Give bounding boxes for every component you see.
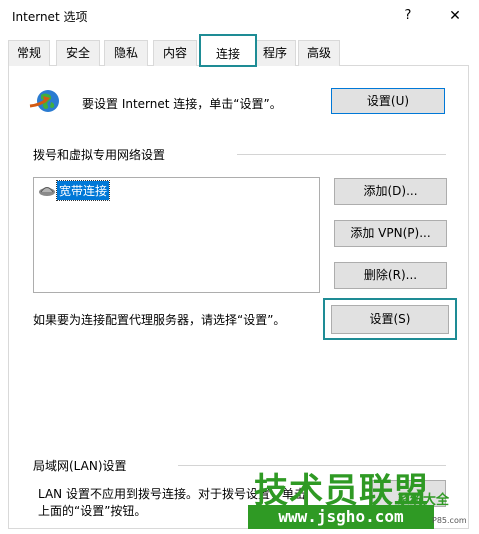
connection-item[interactable]: 宽带连接: [55, 180, 111, 201]
close-button[interactable]: ✕: [444, 5, 466, 27]
tab-advanced[interactable]: 高级: [298, 40, 340, 66]
tab-privacy[interactable]: 隐私: [104, 40, 148, 66]
add-connection-button[interactable]: 添加(D)...: [334, 178, 447, 205]
tab-security[interactable]: 安全: [56, 40, 100, 66]
connections-list[interactable]: 宽带连接: [33, 177, 320, 293]
watermark-tag: 系统大全: [397, 493, 450, 508]
help-button[interactable]: ?: [397, 5, 419, 27]
watermark-small: P85.com: [432, 516, 467, 525]
title-bar: Internet 选项 ? ✕: [0, 0, 479, 32]
setup-instruction: 要设置 Internet 连接，单击“设置”。: [82, 97, 282, 111]
window-title: Internet 选项: [12, 10, 88, 24]
group-divider: [237, 154, 446, 155]
connection-icon: [39, 187, 55, 196]
tab-content[interactable]: 内容: [153, 40, 197, 66]
globe-icon: [29, 90, 59, 112]
tab-programs[interactable]: 程序: [254, 40, 296, 66]
lan-group-label: 局域网(LAN)设置: [33, 459, 127, 473]
proxy-instruction: 如果要为连接配置代理服务器，请选择“设置”。: [33, 313, 286, 327]
dialup-group-label: 拨号和虚拟专用网络设置: [33, 148, 166, 162]
tab-general[interactable]: 常规: [8, 40, 50, 66]
watermark-url: www.jsgho.com: [248, 505, 434, 529]
setup-button[interactable]: 设置(U): [331, 88, 445, 114]
add-vpn-button[interactable]: 添加 VPN(P)...: [334, 220, 447, 247]
proxy-settings-button[interactable]: 设置(S): [331, 305, 449, 334]
tab-connections[interactable]: 连接: [199, 34, 257, 67]
remove-connection-button[interactable]: 删除(R)...: [334, 262, 447, 289]
